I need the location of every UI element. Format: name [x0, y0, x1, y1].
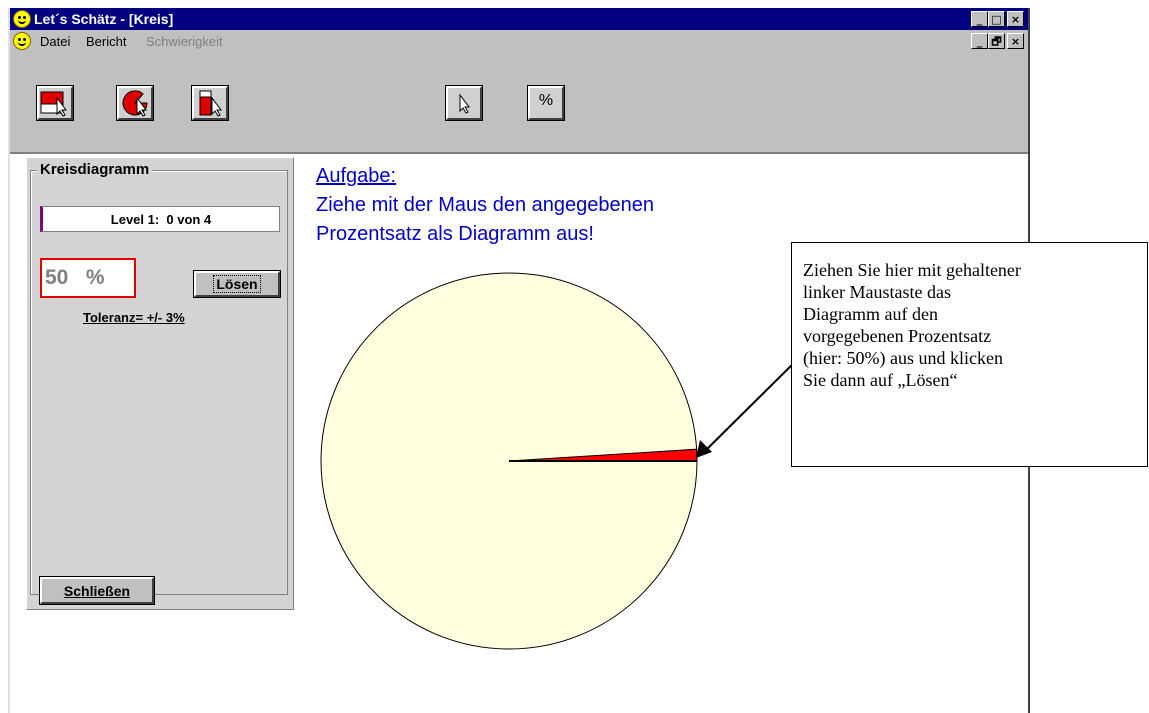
title-bar: Let´s Schätz - [Kreis] _ □ ×	[10, 8, 1028, 30]
callout-line-1: Ziehen Sie hier mit gehaltener	[803, 260, 1021, 280]
minimize-icon: _	[976, 34, 983, 48]
document-smiley-icon[interactable]	[13, 32, 31, 50]
pointer-icon	[459, 93, 470, 114]
close-app-label: Schließen	[63, 582, 131, 599]
bar-chart-mode-button[interactable]	[36, 85, 74, 121]
column-chart-icon	[199, 90, 222, 117]
close-app-button[interactable]: Schließen	[39, 576, 155, 605]
control-panel: Kreisdiagramm Level 1: 0 von 4 50 % Löse…	[26, 157, 294, 610]
group-title: Kreisdiagramm	[37, 161, 153, 178]
task-line-1: Ziehe mit der Maus den angegebenen	[316, 194, 655, 216]
minimize-icon: _	[976, 12, 983, 26]
menu-bericht[interactable]: Bericht	[86, 34, 126, 49]
close-button[interactable]: ×	[1007, 11, 1024, 27]
doc-close-button[interactable]: ×	[1007, 33, 1024, 49]
maximize-icon: □	[991, 12, 1002, 26]
window-title: Let´s Schätz - [Kreis]	[34, 11, 174, 27]
doc-restore-button[interactable]: 🗗	[988, 33, 1005, 49]
window-controls: _ □ ×	[971, 11, 1024, 27]
task-heading: Aufgabe:	[316, 165, 397, 187]
callout-line-6: Sie dann auf „Lösen“	[803, 370, 958, 390]
pie-chart-groupbox	[30, 170, 288, 595]
menu-datei[interactable]: Datei	[40, 34, 70, 49]
toolbar: %	[10, 52, 1028, 154]
callout-box: Ziehen Sie hier mit gehaltener linker Ma…	[791, 242, 1148, 467]
percent-icon: %	[538, 92, 554, 109]
menu-schwierigkeit[interactable]: Schwierigkeit	[146, 34, 223, 49]
tolerance-label: Toleranz= +/- 3%	[83, 310, 185, 325]
pie-chart-mode-button[interactable]	[116, 85, 154, 121]
maximize-button[interactable]: □	[988, 11, 1005, 27]
close-icon: ×	[1010, 34, 1021, 48]
app-smiley-icon	[13, 10, 31, 28]
menu-bar: Datei Bericht Schwierigkeit _ 🗗 ×	[10, 30, 1028, 52]
percent-mode-button[interactable]: %	[527, 85, 565, 121]
restore-icon: 🗗	[991, 34, 1002, 48]
callout-line-2: linker Maustaste das	[803, 282, 951, 302]
minimize-button[interactable]: _	[971, 11, 988, 27]
bar-chart-icon	[40, 91, 67, 117]
pie-chart-icon	[122, 90, 148, 117]
level-display: Level 1: 0 von 4	[40, 206, 280, 232]
doc-minimize-button[interactable]: _	[971, 33, 988, 49]
document-controls: _ 🗗 ×	[971, 33, 1024, 49]
task-line-2: Prozentsatz als Diagramm aus!	[316, 223, 594, 245]
task-instructions: Aufgabe: Ziehe mit der Maus den angegebe…	[316, 162, 654, 249]
callout-line-5: (hier: 50%) aus und klicken	[803, 348, 1003, 368]
callout-line-4: vorgegebenen Prozentsatz	[803, 326, 992, 346]
column-chart-mode-button[interactable]	[191, 85, 229, 121]
solve-label: Lösen	[213, 275, 261, 293]
callout-line-3: Diagramm auf den	[803, 304, 938, 324]
percent-target-field: 50 %	[40, 258, 136, 298]
solve-button[interactable]: Lösen	[193, 270, 281, 298]
pointer-mode-button[interactable]	[445, 85, 483, 121]
close-icon: ×	[1010, 12, 1021, 26]
